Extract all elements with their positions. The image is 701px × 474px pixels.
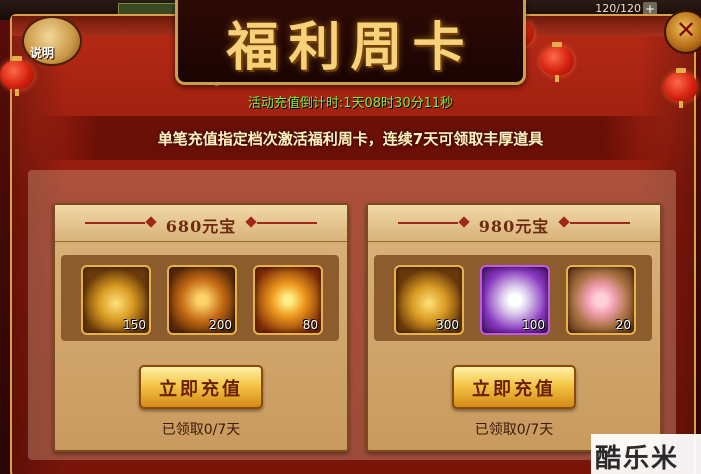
page-title: 福利周卡 xyxy=(226,17,475,78)
item-quantity: 150 xyxy=(123,318,146,332)
item-quantity: 20 xyxy=(615,318,631,332)
white-powder-icon[interactable]: 100 xyxy=(480,265,550,335)
item-quantity: 300 xyxy=(436,318,459,332)
weekly-card-680: 680元宝 150 200 80 立即充值 已领取0/7天 xyxy=(53,203,349,452)
fire-orb-icon[interactable]: 80 xyxy=(253,265,323,335)
pentagram-icon[interactable]: 200 xyxy=(167,265,237,335)
site-watermark: 酷乐米 xyxy=(591,434,701,474)
item-quantity: 100 xyxy=(522,318,545,332)
title-plaque: 福利周卡 xyxy=(175,0,526,85)
recharge-button-label: 立即充值 xyxy=(159,379,243,400)
game-screen: 120/120 + 福利周卡 说明 ✕ 活动充值倒计时:1天08时30分11秒 … xyxy=(0,0,701,474)
pink-powder-icon[interactable]: 20 xyxy=(566,265,636,335)
help-button[interactable]: 说明 xyxy=(14,16,82,68)
gold-ingot-icon[interactable]: 300 xyxy=(394,265,464,335)
lantern-icon xyxy=(540,42,574,82)
item-quantity: 80 xyxy=(302,318,318,332)
close-icon: ✕ xyxy=(675,16,697,44)
countdown-timer: 活动充值倒计时:1天08时30分11秒 xyxy=(247,96,454,111)
recharge-button[interactable]: 立即充值 xyxy=(452,365,576,409)
card-price: 680元宝 xyxy=(165,217,237,236)
help-label: 说明 xyxy=(30,46,55,60)
card-header: 980元宝 xyxy=(368,205,660,242)
recharge-button[interactable]: 立即充值 xyxy=(139,365,263,409)
claim-status: 已领取0/7天 xyxy=(161,422,241,438)
close-button[interactable]: ✕ xyxy=(664,10,701,54)
weekly-card-980: 980元宝 300 100 20 立即充值 已领取0/7天 xyxy=(366,203,662,452)
recharge-button-label: 立即充值 xyxy=(472,379,556,400)
card-header: 680元宝 xyxy=(55,205,347,242)
description-text: 单笔充值指定档次激活福利周卡，连续7天可领取丰厚道具 xyxy=(157,130,544,148)
watermark-text: 酷乐米 xyxy=(595,444,680,474)
gold-ingot-icon[interactable]: 150 xyxy=(81,265,151,335)
card-price: 980元宝 xyxy=(478,217,550,236)
item-quantity: 200 xyxy=(209,318,232,332)
